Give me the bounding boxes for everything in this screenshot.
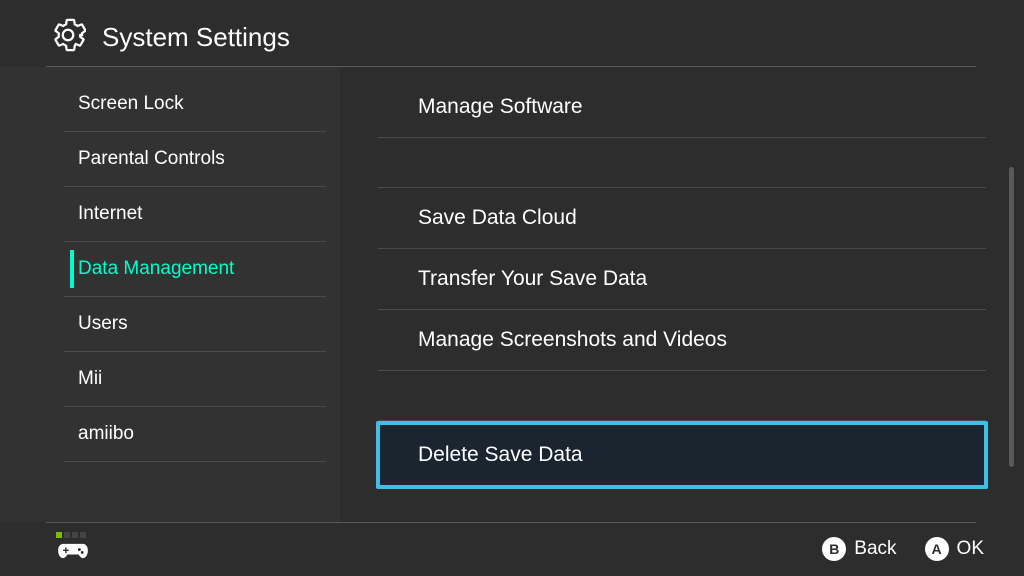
main-item-label: Delete Save Data <box>418 443 583 466</box>
sidebar-item-label: Users <box>78 313 128 334</box>
sidebar-item-users[interactable]: Users <box>0 297 340 351</box>
gear-icon <box>50 17 86 58</box>
content: Screen Lock Parental Controls Internet D… <box>0 67 1024 522</box>
controller-icon <box>56 540 90 567</box>
main-gap <box>378 371 986 421</box>
sidebar-item-label: Mii <box>78 368 102 389</box>
b-button-icon: B <box>822 537 846 561</box>
controller-indicator <box>56 532 90 567</box>
player-dot <box>80 532 86 538</box>
scrollbar[interactable] <box>1009 167 1014 467</box>
sidebar-item-parental-controls[interactable]: Parental Controls <box>0 132 340 186</box>
main-gap <box>378 138 986 188</box>
main-item-label: Manage Software <box>418 95 583 118</box>
page-title: System Settings <box>102 22 290 53</box>
footer-buttons: B Back A OK <box>822 537 984 561</box>
main-item-label: Save Data Cloud <box>418 206 577 229</box>
sidebar-item-label: amiibo <box>78 423 134 444</box>
player-dot <box>72 532 78 538</box>
a-button-icon: A <box>925 537 949 561</box>
main: Manage Software Save Data Cloud Transfer… <box>340 67 1024 522</box>
sidebar-divider <box>64 461 326 462</box>
sidebar-item-label: Screen Lock <box>78 93 184 114</box>
back-label: Back <box>854 538 896 560</box>
sidebar-item-amiibo[interactable]: amiibo <box>0 407 340 461</box>
header: System Settings <box>0 0 1024 72</box>
sidebar-item-screen-lock[interactable]: Screen Lock <box>0 77 340 131</box>
sidebar-item-label: Internet <box>78 203 142 224</box>
back-button[interactable]: B Back <box>822 537 896 561</box>
player-dot-active <box>56 532 62 538</box>
sidebar: Screen Lock Parental Controls Internet D… <box>0 67 340 522</box>
main-item-label: Transfer Your Save Data <box>418 267 647 290</box>
sidebar-item-data-management[interactable]: Data Management <box>0 242 340 296</box>
player-indicator-dots <box>56 532 86 538</box>
footer-divider <box>46 522 976 523</box>
main-item-delete-save-data[interactable]: Delete Save Data <box>376 421 988 489</box>
main-item-transfer-save-data[interactable]: Transfer Your Save Data <box>378 249 986 310</box>
ok-label: OK <box>957 538 984 560</box>
player-dot <box>64 532 70 538</box>
main-item-manage-screenshots[interactable]: Manage Screenshots and Videos <box>378 310 986 371</box>
sidebar-item-label: Parental Controls <box>78 148 225 169</box>
main-item-save-data-cloud[interactable]: Save Data Cloud <box>378 188 986 249</box>
main-item-manage-software[interactable]: Manage Software <box>378 77 986 138</box>
sidebar-item-internet[interactable]: Internet <box>0 187 340 241</box>
footer: B Back A OK <box>0 522 1024 576</box>
sidebar-item-label: Data Management <box>78 258 234 279</box>
sidebar-item-mii[interactable]: Mii <box>0 352 340 406</box>
main-item-label: Manage Screenshots and Videos <box>418 328 727 351</box>
ok-button[interactable]: A OK <box>925 537 984 561</box>
